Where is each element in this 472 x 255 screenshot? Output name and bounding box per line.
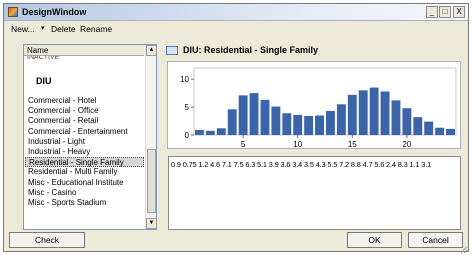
chart-icon	[166, 46, 178, 55]
list-item[interactable]: Industrial - Light	[25, 137, 144, 147]
maximize-button[interactable]: □	[439, 6, 451, 18]
bar	[435, 127, 445, 135]
list-header[interactable]: Name	[24, 45, 144, 56]
toolbar: New... ▾ Delete Rename	[4, 22, 468, 36]
app-icon	[8, 7, 18, 17]
check-button[interactable]: Check	[9, 232, 85, 248]
rename-button[interactable]: Rename	[80, 24, 112, 34]
design-list[interactable]: Name INACTIVE DIU Commercial - Hotel Comm…	[23, 44, 157, 230]
close-button[interactable]: X	[453, 6, 465, 18]
diu-chart-svg: 0 5 10 5 10 15 20	[180, 67, 457, 149]
bar	[380, 91, 390, 135]
x-tick-label: 5	[241, 140, 246, 149]
diu-chart: 0 5 10 5 10 15 20	[167, 61, 461, 149]
y-tick-label: 10	[180, 75, 189, 84]
bar	[402, 108, 412, 135]
title-bar[interactable]: DesignWindow _ □ X	[4, 4, 468, 21]
bar	[271, 106, 281, 135]
x-tick-label: 20	[402, 140, 411, 149]
bar	[238, 95, 248, 135]
bar	[293, 114, 303, 135]
list-item[interactable]: Misc - Sports Stadium	[25, 198, 144, 208]
values-textbox[interactable]: 0.9 0.75 1.2 4.6 7.1 7.5 6.3 5.1 3.9 3.6…	[168, 156, 461, 230]
bar	[282, 113, 292, 135]
bar	[424, 121, 434, 135]
delete-button[interactable]: Delete	[51, 24, 76, 34]
bar	[358, 90, 368, 135]
detail-header: DIU: Residential - Single Family	[163, 44, 464, 57]
ok-button[interactable]: OK	[347, 232, 402, 248]
bar	[336, 104, 346, 135]
list-item[interactable]: Misc - Casino	[25, 188, 144, 198]
bar	[249, 93, 259, 135]
bar	[205, 130, 215, 135]
list-item[interactable]: Residential - Multi Family	[25, 167, 144, 177]
bar	[195, 129, 204, 135]
detail-panel: DIU: Residential - Single Family 0 5 10 5 10…	[163, 44, 464, 230]
bar	[304, 116, 314, 135]
bar	[347, 94, 357, 135]
bar	[369, 87, 379, 135]
bar	[326, 110, 335, 135]
bar	[227, 109, 237, 135]
bar	[315, 115, 324, 135]
cancel-button[interactable]: Cancel	[408, 232, 463, 248]
list-scrollbar[interactable]: ▲ ▼	[145, 45, 157, 229]
list-item[interactable]: Commercial - Retail	[25, 116, 144, 126]
y-tick-label: 5	[185, 103, 190, 112]
bar	[216, 128, 226, 135]
list-item[interactable]: Commercial - Entertainment	[25, 127, 144, 137]
y-tick-label: 0	[185, 131, 190, 140]
list-item-cutoff[interactable]: INACTIVE	[27, 56, 59, 61]
list-item[interactable]: Misc - Educational Institute	[25, 178, 144, 188]
bar	[446, 128, 455, 135]
group-label: DIU	[36, 76, 52, 86]
x-tick-label: 15	[348, 140, 357, 149]
resize-grip-icon[interactable]	[459, 245, 468, 254]
bar	[260, 99, 270, 135]
list-item[interactable]: Industrial - Heavy	[25, 147, 144, 157]
bar	[413, 117, 423, 135]
window-title: DesignWindow	[22, 7, 87, 17]
scroll-down-icon[interactable]: ▼	[146, 218, 157, 229]
list-items: Commercial - Hotel Commercial - Office Com…	[25, 96, 144, 208]
scroll-thumb[interactable]	[147, 149, 156, 213]
scroll-up-icon[interactable]: ▲	[146, 45, 157, 56]
list-item[interactable]: Commercial - Office	[25, 106, 144, 116]
list-item[interactable]: Residential - Single Family	[25, 157, 144, 168]
minimize-button[interactable]: _	[426, 6, 438, 18]
list-header-label: Name	[27, 46, 49, 55]
chevron-down-icon[interactable]: ▾	[41, 24, 45, 32]
new-menu[interactable]: New...	[11, 24, 35, 34]
detail-title: DIU: Residential - Single Family	[183, 45, 319, 55]
design-window: DesignWindow _ □ X New... ▾ Delete Renam…	[3, 3, 469, 254]
list-item[interactable]: Commercial - Hotel	[25, 96, 144, 106]
values-text: 0.9 0.75 1.2 4.6 7.1 7.5 6.3 5.1 3.9 3.6…	[171, 160, 432, 169]
x-tick-label: 10	[293, 140, 302, 149]
bar	[391, 100, 401, 135]
